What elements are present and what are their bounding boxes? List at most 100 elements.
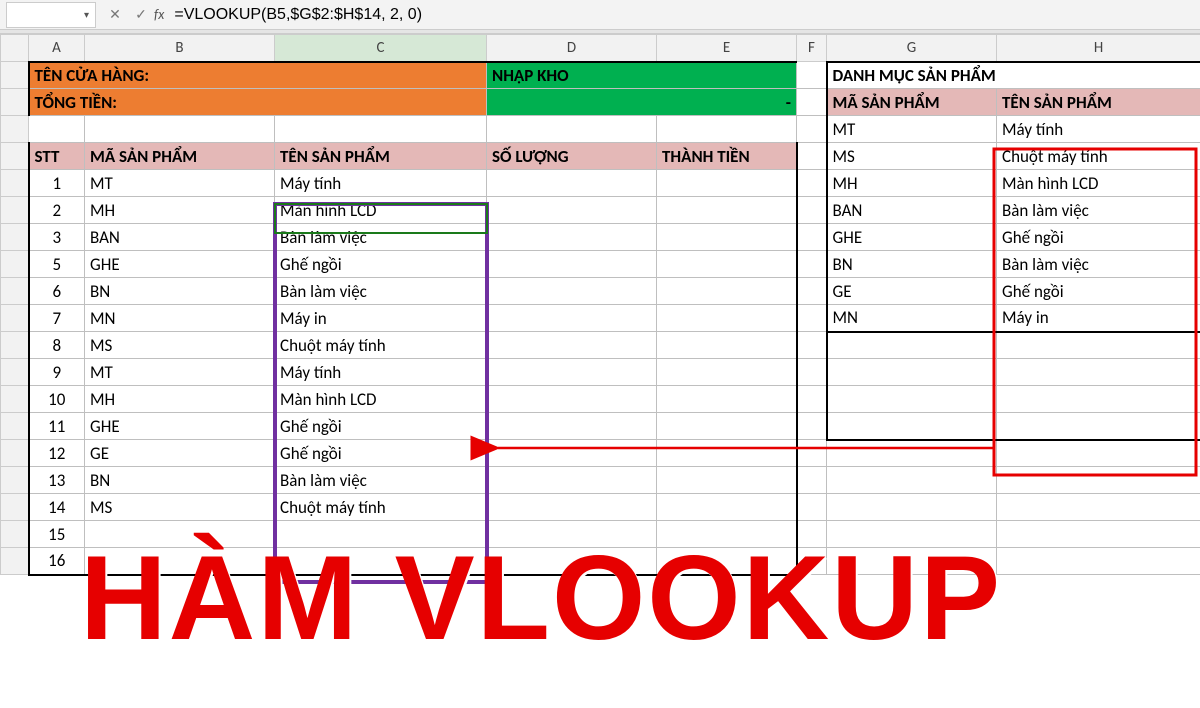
col-header-G[interactable]: G bbox=[827, 35, 997, 62]
cell[interactable] bbox=[997, 467, 1200, 494]
cell-product-name[interactable]: Ghế ngồi bbox=[275, 413, 487, 440]
row-header[interactable] bbox=[1, 89, 29, 116]
cell[interactable] bbox=[275, 116, 487, 143]
row-header[interactable] bbox=[1, 521, 29, 548]
cell[interactable] bbox=[797, 386, 827, 413]
cell-code[interactable]: BN bbox=[85, 278, 275, 305]
cell-product-name[interactable]: Ghế ngồi bbox=[275, 440, 487, 467]
catalog-code[interactable]: MH bbox=[827, 170, 997, 197]
cell[interactable] bbox=[827, 413, 997, 440]
cell[interactable] bbox=[827, 359, 997, 386]
cell[interactable] bbox=[797, 170, 827, 197]
cell[interactable] bbox=[797, 413, 827, 440]
cell[interactable] bbox=[797, 278, 827, 305]
catalog-code[interactable]: GE bbox=[827, 278, 997, 305]
cell[interactable] bbox=[827, 386, 997, 413]
cell[interactable] bbox=[657, 467, 797, 494]
confirm-formula-icon[interactable]: ✓ bbox=[128, 2, 154, 28]
cell[interactable] bbox=[275, 521, 487, 548]
store-name-label[interactable]: TÊN CỬA HÀNG: bbox=[29, 62, 487, 89]
cell[interactable] bbox=[657, 197, 797, 224]
total-label[interactable]: TỔNG TIỀN: bbox=[29, 89, 487, 116]
cell-code[interactable]: MT bbox=[85, 359, 275, 386]
col-header-C[interactable]: C bbox=[275, 35, 487, 62]
cell[interactable] bbox=[487, 278, 657, 305]
cell[interactable] bbox=[797, 467, 827, 494]
cell-code[interactable]: MH bbox=[85, 197, 275, 224]
catalog-name[interactable]: Ghế ngồi bbox=[997, 278, 1200, 305]
cell[interactable] bbox=[85, 521, 275, 548]
cell[interactable] bbox=[487, 467, 657, 494]
cell-stt[interactable]: 3 bbox=[29, 224, 85, 251]
cell-code[interactable]: GHE bbox=[85, 251, 275, 278]
cell-code[interactable]: MH bbox=[85, 386, 275, 413]
cell[interactable] bbox=[997, 386, 1200, 413]
catalog-code[interactable]: BAN bbox=[827, 197, 997, 224]
cell-stt[interactable]: 16 bbox=[29, 548, 85, 575]
cell[interactable] bbox=[657, 548, 797, 575]
row-header[interactable] bbox=[1, 116, 29, 143]
col-header-A[interactable]: A bbox=[29, 35, 85, 62]
cell[interactable] bbox=[657, 305, 797, 332]
row-header[interactable] bbox=[1, 440, 29, 467]
row-header[interactable] bbox=[1, 548, 29, 575]
catalog-name[interactable]: Bàn làm việc bbox=[997, 197, 1200, 224]
cell-stt[interactable]: 11 bbox=[29, 413, 85, 440]
cell-stt[interactable]: 13 bbox=[29, 467, 85, 494]
catalog-code[interactable]: BN bbox=[827, 251, 997, 278]
cell[interactable] bbox=[797, 521, 827, 548]
cell-product-name[interactable]: Màn hình LCD bbox=[275, 386, 487, 413]
cell-product-name[interactable]: Máy tính bbox=[275, 170, 487, 197]
cell[interactable] bbox=[487, 170, 657, 197]
catalog-code[interactable]: GHE bbox=[827, 224, 997, 251]
cell-stt[interactable]: 6 bbox=[29, 278, 85, 305]
cell-code[interactable]: GHE bbox=[85, 413, 275, 440]
cell[interactable] bbox=[657, 332, 797, 359]
catalog-name[interactable]: Máy in bbox=[997, 305, 1200, 332]
fx-icon[interactable]: fx bbox=[154, 6, 164, 23]
cell[interactable] bbox=[657, 170, 797, 197]
catalog-title[interactable]: DANH MỤC SẢN PHẨM bbox=[827, 62, 1200, 89]
cell-product-name[interactable]: Chuột máy tính bbox=[275, 494, 487, 521]
cell-code[interactable]: MS bbox=[85, 494, 275, 521]
row-header[interactable] bbox=[1, 278, 29, 305]
row-header[interactable] bbox=[1, 224, 29, 251]
cell-stt[interactable]: 14 bbox=[29, 494, 85, 521]
cell[interactable] bbox=[487, 305, 657, 332]
cell-product-name[interactable]: Chuột máy tính bbox=[275, 332, 487, 359]
cell[interactable] bbox=[797, 89, 827, 116]
cell[interactable] bbox=[997, 521, 1200, 548]
row-header[interactable] bbox=[1, 494, 29, 521]
cell[interactable] bbox=[487, 440, 657, 467]
catalog-header-name[interactable]: TÊN SẢN PHẨM bbox=[997, 89, 1200, 116]
row-header[interactable] bbox=[1, 413, 29, 440]
cell[interactable] bbox=[797, 197, 827, 224]
cell-code[interactable]: GE bbox=[85, 440, 275, 467]
col-header-H[interactable]: H bbox=[997, 35, 1200, 62]
cell[interactable] bbox=[827, 521, 997, 548]
cell[interactable] bbox=[797, 305, 827, 332]
col-header-E[interactable]: E bbox=[657, 35, 797, 62]
cell-product-name[interactable]: Bàn làm việc bbox=[275, 467, 487, 494]
row-header[interactable] bbox=[1, 170, 29, 197]
cell-stt[interactable]: 15 bbox=[29, 521, 85, 548]
row-header[interactable] bbox=[1, 305, 29, 332]
worksheet[interactable]: A B C D E F G H TÊN CỬA HÀNG: NHẬP KHO D… bbox=[0, 34, 1200, 576]
hdr-qty[interactable]: SỐ LƯỢNG bbox=[487, 143, 657, 170]
cell[interactable] bbox=[657, 413, 797, 440]
cell[interactable] bbox=[827, 467, 997, 494]
cell[interactable] bbox=[797, 359, 827, 386]
col-header-D[interactable]: D bbox=[487, 35, 657, 62]
cell-stt[interactable]: 1 bbox=[29, 170, 85, 197]
hdr-stt[interactable]: STT bbox=[29, 143, 85, 170]
cell[interactable] bbox=[997, 440, 1200, 467]
cell[interactable] bbox=[487, 359, 657, 386]
cell-stt[interactable]: 2 bbox=[29, 197, 85, 224]
cell-code[interactable]: BN bbox=[85, 467, 275, 494]
catalog-name[interactable]: Máy tính bbox=[997, 116, 1200, 143]
catalog-code[interactable]: MT bbox=[827, 116, 997, 143]
row-header[interactable] bbox=[1, 62, 29, 89]
cell[interactable] bbox=[487, 251, 657, 278]
cell[interactable] bbox=[487, 116, 657, 143]
col-header-B[interactable]: B bbox=[85, 35, 275, 62]
